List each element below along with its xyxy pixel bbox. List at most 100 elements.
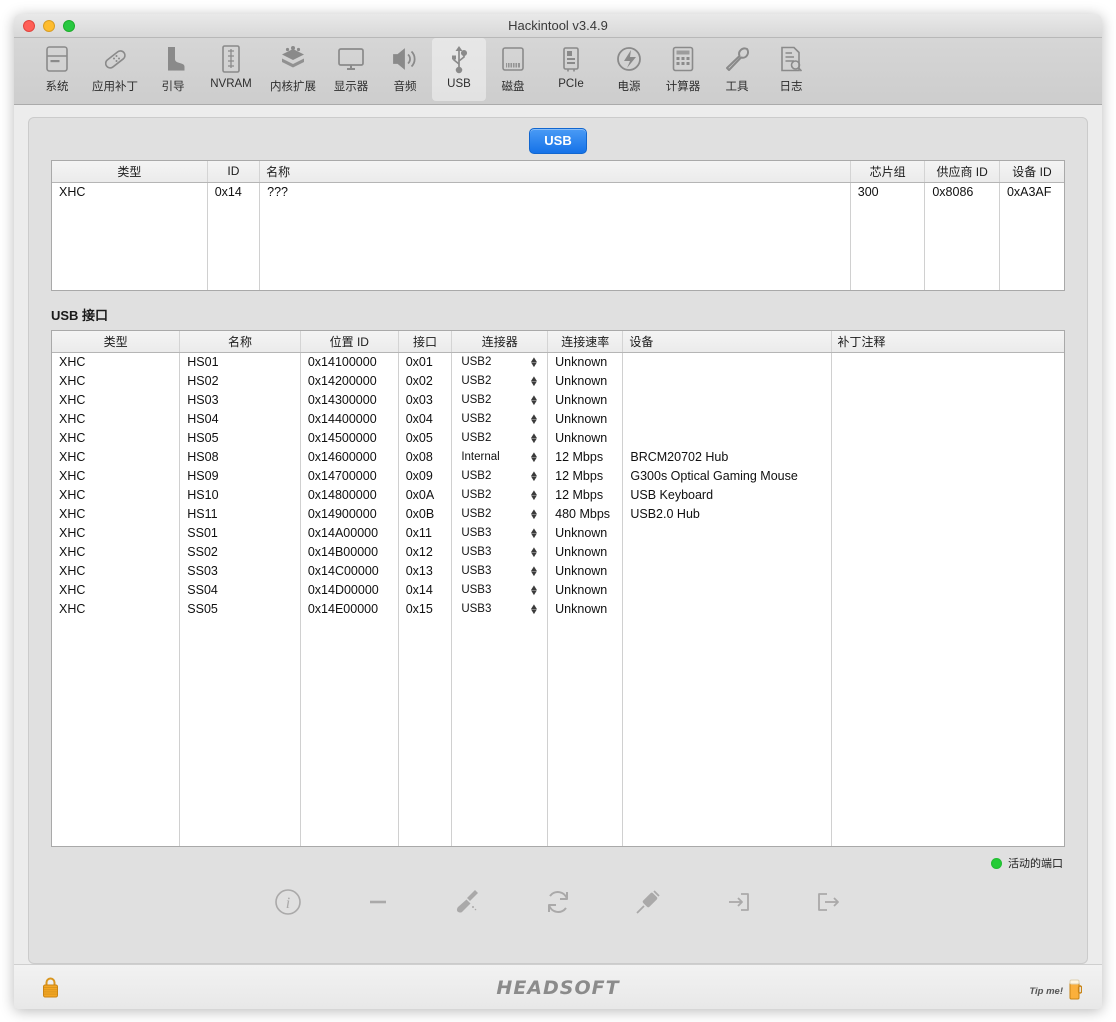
column-header[interactable]: 芯片组: [850, 161, 926, 183]
table-row[interactable]: XHC HS05 0x14500000 0x05 USB2 ▲ ▼ Unknown: [52, 428, 1064, 447]
table-row[interactable]: XHC HS10 0x14800000 0x0A USB2 ▲ ▼ 12 Mbps USB Ke…: [52, 485, 1064, 504]
usb-icon: [442, 42, 476, 76]
tip-me-control[interactable]: Tip me!: [1029, 977, 1083, 1006]
toolbar-item-usb[interactable]: USB: [432, 38, 486, 101]
cell-empty: [622, 713, 832, 732]
cell-empty: [831, 827, 1064, 846]
column-header[interactable]: 名称: [259, 161, 851, 183]
cell-name: SS05: [179, 599, 301, 618]
chevron-updown-icon[interactable]: ▲ ▼: [529, 507, 539, 520]
cell-connector[interactable]: USB2 ▲ ▼: [451, 409, 549, 428]
table-row[interactable]: XHC SS02 0x14B00000 0x12 USB3 ▲ ▼ Unknown: [52, 542, 1064, 561]
toolbar-item-patch[interactable]: 应用补丁: [84, 38, 146, 101]
connector-value: USB2: [461, 393, 492, 406]
zoom-button[interactable]: [63, 20, 75, 32]
toolbar-item-calculator[interactable]: 计算器: [656, 38, 710, 101]
cell-connector[interactable]: USB2 ▲ ▼: [451, 504, 549, 523]
toolbar-item-boot[interactable]: 引导: [146, 38, 200, 101]
chevron-updown-icon[interactable]: ▲ ▼: [529, 355, 539, 368]
clear-button[interactable]: [451, 887, 485, 921]
cell-connector[interactable]: USB3 ▲ ▼: [451, 542, 549, 561]
column-header[interactable]: 名称: [179, 331, 301, 353]
toolbar-item-label: NVRAM: [210, 78, 252, 90]
cell-connector[interactable]: USB3 ▲ ▼: [451, 580, 549, 599]
column-header[interactable]: 供应商 ID: [924, 161, 1000, 183]
chevron-updown-icon[interactable]: ▲ ▼: [529, 526, 539, 539]
column-header[interactable]: 位置 ID: [300, 331, 399, 353]
cell-connector[interactable]: USB3 ▲ ▼: [451, 561, 549, 580]
export-button[interactable]: [811, 887, 845, 921]
inject-button[interactable]: [631, 887, 665, 921]
cell-connector[interactable]: USB2 ▲ ▼: [451, 485, 549, 504]
close-button[interactable]: [23, 20, 35, 32]
column-header[interactable]: 设备: [622, 331, 832, 353]
chevron-updown-icon[interactable]: ▲ ▼: [529, 564, 539, 577]
toolbar-item-pcie[interactable]: PCIe: [540, 38, 602, 101]
cell-empty: [179, 732, 301, 751]
toolbar-item-power[interactable]: 电源: [602, 38, 656, 101]
cell-empty: [179, 770, 301, 789]
toolbar-item-kext[interactable]: 内核扩展: [262, 38, 324, 101]
toolbar-item-log[interactable]: 日志: [764, 38, 818, 101]
column-header[interactable]: 类型: [52, 331, 181, 353]
tab-usb[interactable]: USB: [529, 128, 587, 154]
toolbar-item-system[interactable]: 系统: [30, 38, 84, 101]
table-row[interactable]: XHC HS02 0x14200000 0x02 USB2 ▲ ▼ Unknown: [52, 371, 1064, 390]
import-button[interactable]: [721, 887, 755, 921]
cell-empty: [179, 656, 301, 675]
table-row[interactable]: XHC HS09 0x14700000 0x09 USB2 ▲ ▼ 12 Mbps G300s …: [52, 466, 1064, 485]
toolbar-item-audio[interactable]: 音频: [378, 38, 432, 101]
table-row[interactable]: XHC SS04 0x14D00000 0x14 USB3 ▲ ▼ Unknown: [52, 580, 1064, 599]
toolbar-item-display[interactable]: 显示器: [324, 38, 378, 101]
column-header[interactable]: ID: [207, 161, 261, 183]
toolbar-item-nvram[interactable]: NVRAM: [200, 38, 262, 101]
chevron-updown-icon[interactable]: ▲ ▼: [529, 488, 539, 501]
table-empty-row: [52, 713, 1064, 732]
chevron-updown-icon[interactable]: ▲ ▼: [529, 374, 539, 387]
cell-connector[interactable]: Internal ▲ ▼: [451, 447, 549, 466]
minimize-button[interactable]: [43, 20, 55, 32]
column-header[interactable]: 连接器: [451, 331, 549, 353]
beer-icon[interactable]: [1067, 977, 1083, 1006]
chevron-updown-icon[interactable]: ▲ ▼: [529, 450, 539, 463]
cell-connector[interactable]: USB2 ▲ ▼: [451, 428, 549, 447]
cell-connector[interactable]: USB2 ▲ ▼: [451, 371, 549, 390]
remove-button[interactable]: [361, 887, 395, 921]
chevron-updown-icon[interactable]: ▲ ▼: [529, 469, 539, 482]
column-header[interactable]: 连接速率: [547, 331, 624, 353]
toolbar-item-label: 引导: [161, 81, 185, 93]
table-row[interactable]: XHC 0x14??? 300 0x8086 0xA3AF: [52, 182, 1064, 205]
column-header[interactable]: 设备 ID: [999, 161, 1064, 183]
cell-name: HS09: [179, 466, 301, 485]
cell-connector[interactable]: USB2 ▲ ▼: [451, 466, 549, 485]
cell-empty: [52, 205, 208, 290]
cell-empty: [831, 789, 1064, 808]
table-row[interactable]: XHC HS03 0x14300000 0x03 USB2 ▲ ▼ Unknown: [52, 390, 1064, 409]
chevron-updown-icon[interactable]: ▲ ▼: [529, 602, 539, 615]
chevron-updown-icon[interactable]: ▲ ▼: [529, 431, 539, 444]
table-row[interactable]: XHC HS08 0x14600000 0x08 Internal ▲ ▼ 12 Mbps BR…: [52, 447, 1064, 466]
chevron-updown-icon[interactable]: ▲ ▼: [529, 583, 539, 596]
table-row[interactable]: XHC SS01 0x14A00000 0x11 USB3 ▲ ▼ Unknown: [52, 523, 1064, 542]
column-header[interactable]: 类型: [52, 161, 208, 183]
toolbar-item-tools[interactable]: 工具: [710, 38, 764, 101]
cell-connector[interactable]: USB2 ▲ ▼: [451, 352, 549, 371]
column-header[interactable]: 接口: [398, 331, 453, 353]
table-row[interactable]: XHC HS04 0x14400000 0x04 USB2 ▲ ▼ Unknown: [52, 409, 1064, 428]
cell-name: HS04: [179, 409, 301, 428]
table-row[interactable]: XHC HS01 0x14100000 0x01 USB2 ▲ ▼ Unknown: [52, 352, 1064, 371]
info-button[interactable]: i: [271, 887, 305, 921]
cell-port: 0x11: [398, 523, 453, 542]
chevron-updown-icon[interactable]: ▲ ▼: [529, 545, 539, 558]
table-row[interactable]: XHC HS11 0x14900000 0x0B USB2 ▲ ▼ 480 Mbps USB2.…: [52, 504, 1064, 523]
table-row[interactable]: XHC SS03 0x14C00000 0x13 USB3 ▲ ▼ Unknown: [52, 561, 1064, 580]
column-header[interactable]: 补丁注释: [831, 331, 1064, 353]
table-row[interactable]: XHC SS05 0x14E00000 0x15 USB3 ▲ ▼ Unknown: [52, 599, 1064, 618]
chevron-updown-icon[interactable]: ▲ ▼: [529, 412, 539, 425]
refresh-button[interactable]: [541, 887, 575, 921]
cell-connector[interactable]: USB2 ▲ ▼: [451, 390, 549, 409]
toolbar-item-disk[interactable]: 磁盘: [486, 38, 540, 101]
cell-connector[interactable]: USB3 ▲ ▼: [451, 599, 549, 618]
chevron-updown-icon[interactable]: ▲ ▼: [529, 393, 539, 406]
cell-connector[interactable]: USB3 ▲ ▼: [451, 523, 549, 542]
